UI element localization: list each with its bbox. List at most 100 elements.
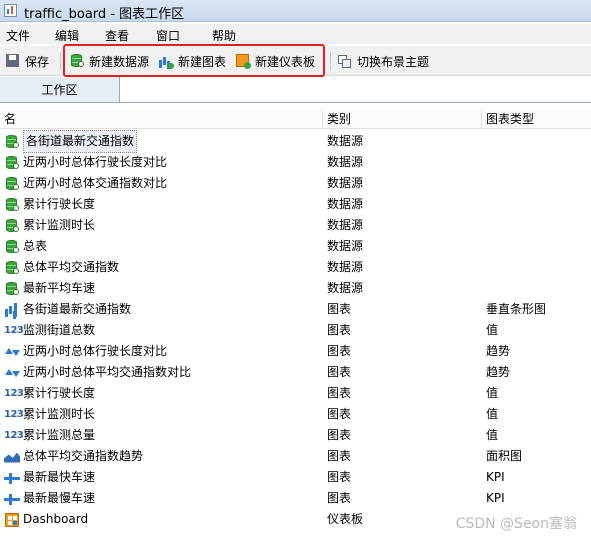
cell-chart-type: KPI xyxy=(486,491,505,505)
cell-chart-type: KPI xyxy=(486,470,505,484)
cell-name: 123 累计监测总量 xyxy=(4,425,95,446)
item-name: 各街道最新交通指数 xyxy=(23,130,138,153)
new-datasource-icon xyxy=(69,53,85,69)
new-datasource-label: 新建数据源 xyxy=(89,54,150,69)
table-row[interactable]: 累计行驶长度 数据源 xyxy=(0,194,591,215)
cell-category: 数据源 xyxy=(327,134,364,148)
value-123-icon: 123 xyxy=(4,324,24,336)
column-header-chart-type[interactable]: 图表类型 xyxy=(482,109,534,129)
menu-window[interactable]: 窗口 xyxy=(156,27,180,44)
column-header-name[interactable]: 名 xyxy=(0,109,16,129)
cell-chart-type: 面积图 xyxy=(486,449,523,463)
cell-name: 123 累计行驶长度 xyxy=(4,383,95,404)
cell-chart-type: 趋势 xyxy=(486,344,511,358)
new-chart-label: 新建图表 xyxy=(178,54,227,69)
item-name: 累计行驶长度 xyxy=(23,197,96,211)
table-row[interactable]: 各街道最新交通指数 数据源 xyxy=(0,130,591,153)
layout-theme-icon xyxy=(337,53,353,69)
item-name: 监测街道总数 xyxy=(23,323,96,337)
toolbar-separator xyxy=(330,52,331,70)
table-row[interactable]: 总体平均交通指数 数据源 xyxy=(0,257,591,278)
table-row[interactable]: 累计监测时长 数据源 xyxy=(0,215,591,236)
toolbar: 保存 新建数据源 新建图表 新建仪表板 切换布景主题 xyxy=(0,46,591,76)
cell-category: 图表 xyxy=(327,449,352,463)
cell-name: 近两小时总体行驶长度对比 xyxy=(4,152,167,173)
menu-file[interactable]: 文件 xyxy=(6,27,30,44)
menu-edit[interactable]: 编辑 xyxy=(55,27,79,44)
cell-name: 最新最慢车速 xyxy=(4,488,95,509)
item-name: 近两小时总体行驶长度对比 xyxy=(23,155,168,169)
value-123-icon: 123 xyxy=(4,387,24,399)
trend-icon xyxy=(4,344,20,360)
item-name: 累计监测总量 xyxy=(23,428,96,442)
table-row[interactable]: 123 累计行驶长度 图表 值 xyxy=(0,383,591,404)
value-123-icon: 123 xyxy=(4,408,24,420)
cell-name: 累计监测时长 xyxy=(4,215,95,236)
cell-category: 数据源 xyxy=(327,281,364,295)
cell-name: 总体平均交通指数 xyxy=(4,257,119,278)
new-dashboard-label: 新建仪表板 xyxy=(255,54,316,69)
save-button[interactable]: 保存 xyxy=(5,52,49,70)
table-row[interactable]: 近两小时总体平均交通指数对比 图表 趋势 xyxy=(0,362,591,383)
save-icon xyxy=(5,53,21,69)
table-row[interactable]: 总体平均交通指数趋势 图表 面积图 xyxy=(0,446,591,467)
table-row[interactable]: 总表 数据源 xyxy=(0,236,591,257)
column-header-category[interactable]: 类别 xyxy=(323,109,351,129)
cell-chart-type: 趋势 xyxy=(486,365,511,379)
table-row[interactable]: 最新平均车速 数据源 xyxy=(0,278,591,299)
item-name: 近两小时总体行驶长度对比 xyxy=(23,344,168,358)
new-datasource-button[interactable]: 新建数据源 xyxy=(69,52,149,70)
cell-category: 图表 xyxy=(327,344,352,358)
table-row[interactable]: 近两小时总体交通指数对比 数据源 xyxy=(0,173,591,194)
table-row[interactable]: 各街道最新交通指数 图表 垂直条形图 xyxy=(0,299,591,320)
item-name: 近两小时总体平均交通指数对比 xyxy=(23,365,192,379)
bar-chart-icon xyxy=(4,302,20,318)
cell-chart-type: 值 xyxy=(486,323,499,337)
menu-help[interactable]: 帮助 xyxy=(212,27,236,44)
switch-theme-label: 切换布景主题 xyxy=(357,54,430,69)
item-name: 总体平均交通指数 xyxy=(23,260,120,274)
new-dashboard-button[interactable]: 新建仪表板 xyxy=(235,52,315,70)
database-icon xyxy=(4,260,20,276)
cell-category: 图表 xyxy=(327,491,352,505)
trend-icon xyxy=(4,365,20,381)
item-name: 最新最快车速 xyxy=(23,470,96,484)
cell-name: 123 监测街道总数 xyxy=(4,320,95,341)
cell-name: 最新平均车速 xyxy=(4,278,95,299)
cell-name: 总体平均交通指数趋势 xyxy=(4,446,143,467)
item-name: 各街道最新交通指数 xyxy=(23,302,132,316)
table-row[interactable]: 近两小时总体行驶长度对比 图表 趋势 xyxy=(0,341,591,362)
item-name: 总体平均交通指数趋势 xyxy=(23,449,144,463)
cell-category: 数据源 xyxy=(327,260,364,274)
table-row[interactable]: 最新最快车速 图表 KPI xyxy=(0,467,591,488)
cell-category: 数据源 xyxy=(327,239,364,253)
kpi-icon xyxy=(4,491,20,507)
cell-category: 图表 xyxy=(327,365,352,379)
app-icon xyxy=(4,4,17,17)
kpi-icon xyxy=(4,470,20,486)
new-chart-button[interactable]: 新建图表 xyxy=(158,52,226,70)
table-row[interactable]: 123 累计监测总量 图表 值 xyxy=(0,425,591,446)
cell-name: Dashboard xyxy=(4,509,88,530)
table-row[interactable]: 123 累计监测时长 图表 值 xyxy=(0,404,591,425)
cell-name: 总表 xyxy=(4,236,47,257)
table-row[interactable]: 最新最慢车速 图表 KPI xyxy=(0,488,591,509)
switch-theme-button[interactable]: 切换布景主题 xyxy=(337,52,429,70)
item-name: Dashboard xyxy=(23,512,89,526)
table-row[interactable]: 近两小时总体行驶长度对比 数据源 xyxy=(0,152,591,173)
cell-name: 各街道最新交通指数 xyxy=(4,130,138,153)
table-row[interactable]: 123 监测街道总数 图表 值 xyxy=(0,320,591,341)
item-name: 累计行驶长度 xyxy=(23,386,96,400)
watermark-text: CSDN @Seon塞翁 xyxy=(455,516,577,532)
window-title: traffic_board - 图表工作区 xyxy=(24,7,185,22)
cell-category: 数据源 xyxy=(327,155,364,169)
cell-category: 仪表板 xyxy=(327,512,364,526)
database-icon xyxy=(4,176,20,192)
item-name: 累计监测时长 xyxy=(23,407,96,421)
menu-view[interactable]: 查看 xyxy=(105,27,129,44)
table-header: 名 类别 图表类型 xyxy=(0,109,591,129)
cell-chart-type: 值 xyxy=(486,407,499,421)
tab-workspace[interactable]: 工作区 xyxy=(0,77,120,102)
cell-category: 数据源 xyxy=(327,218,364,232)
dashboard-icon xyxy=(4,512,20,528)
